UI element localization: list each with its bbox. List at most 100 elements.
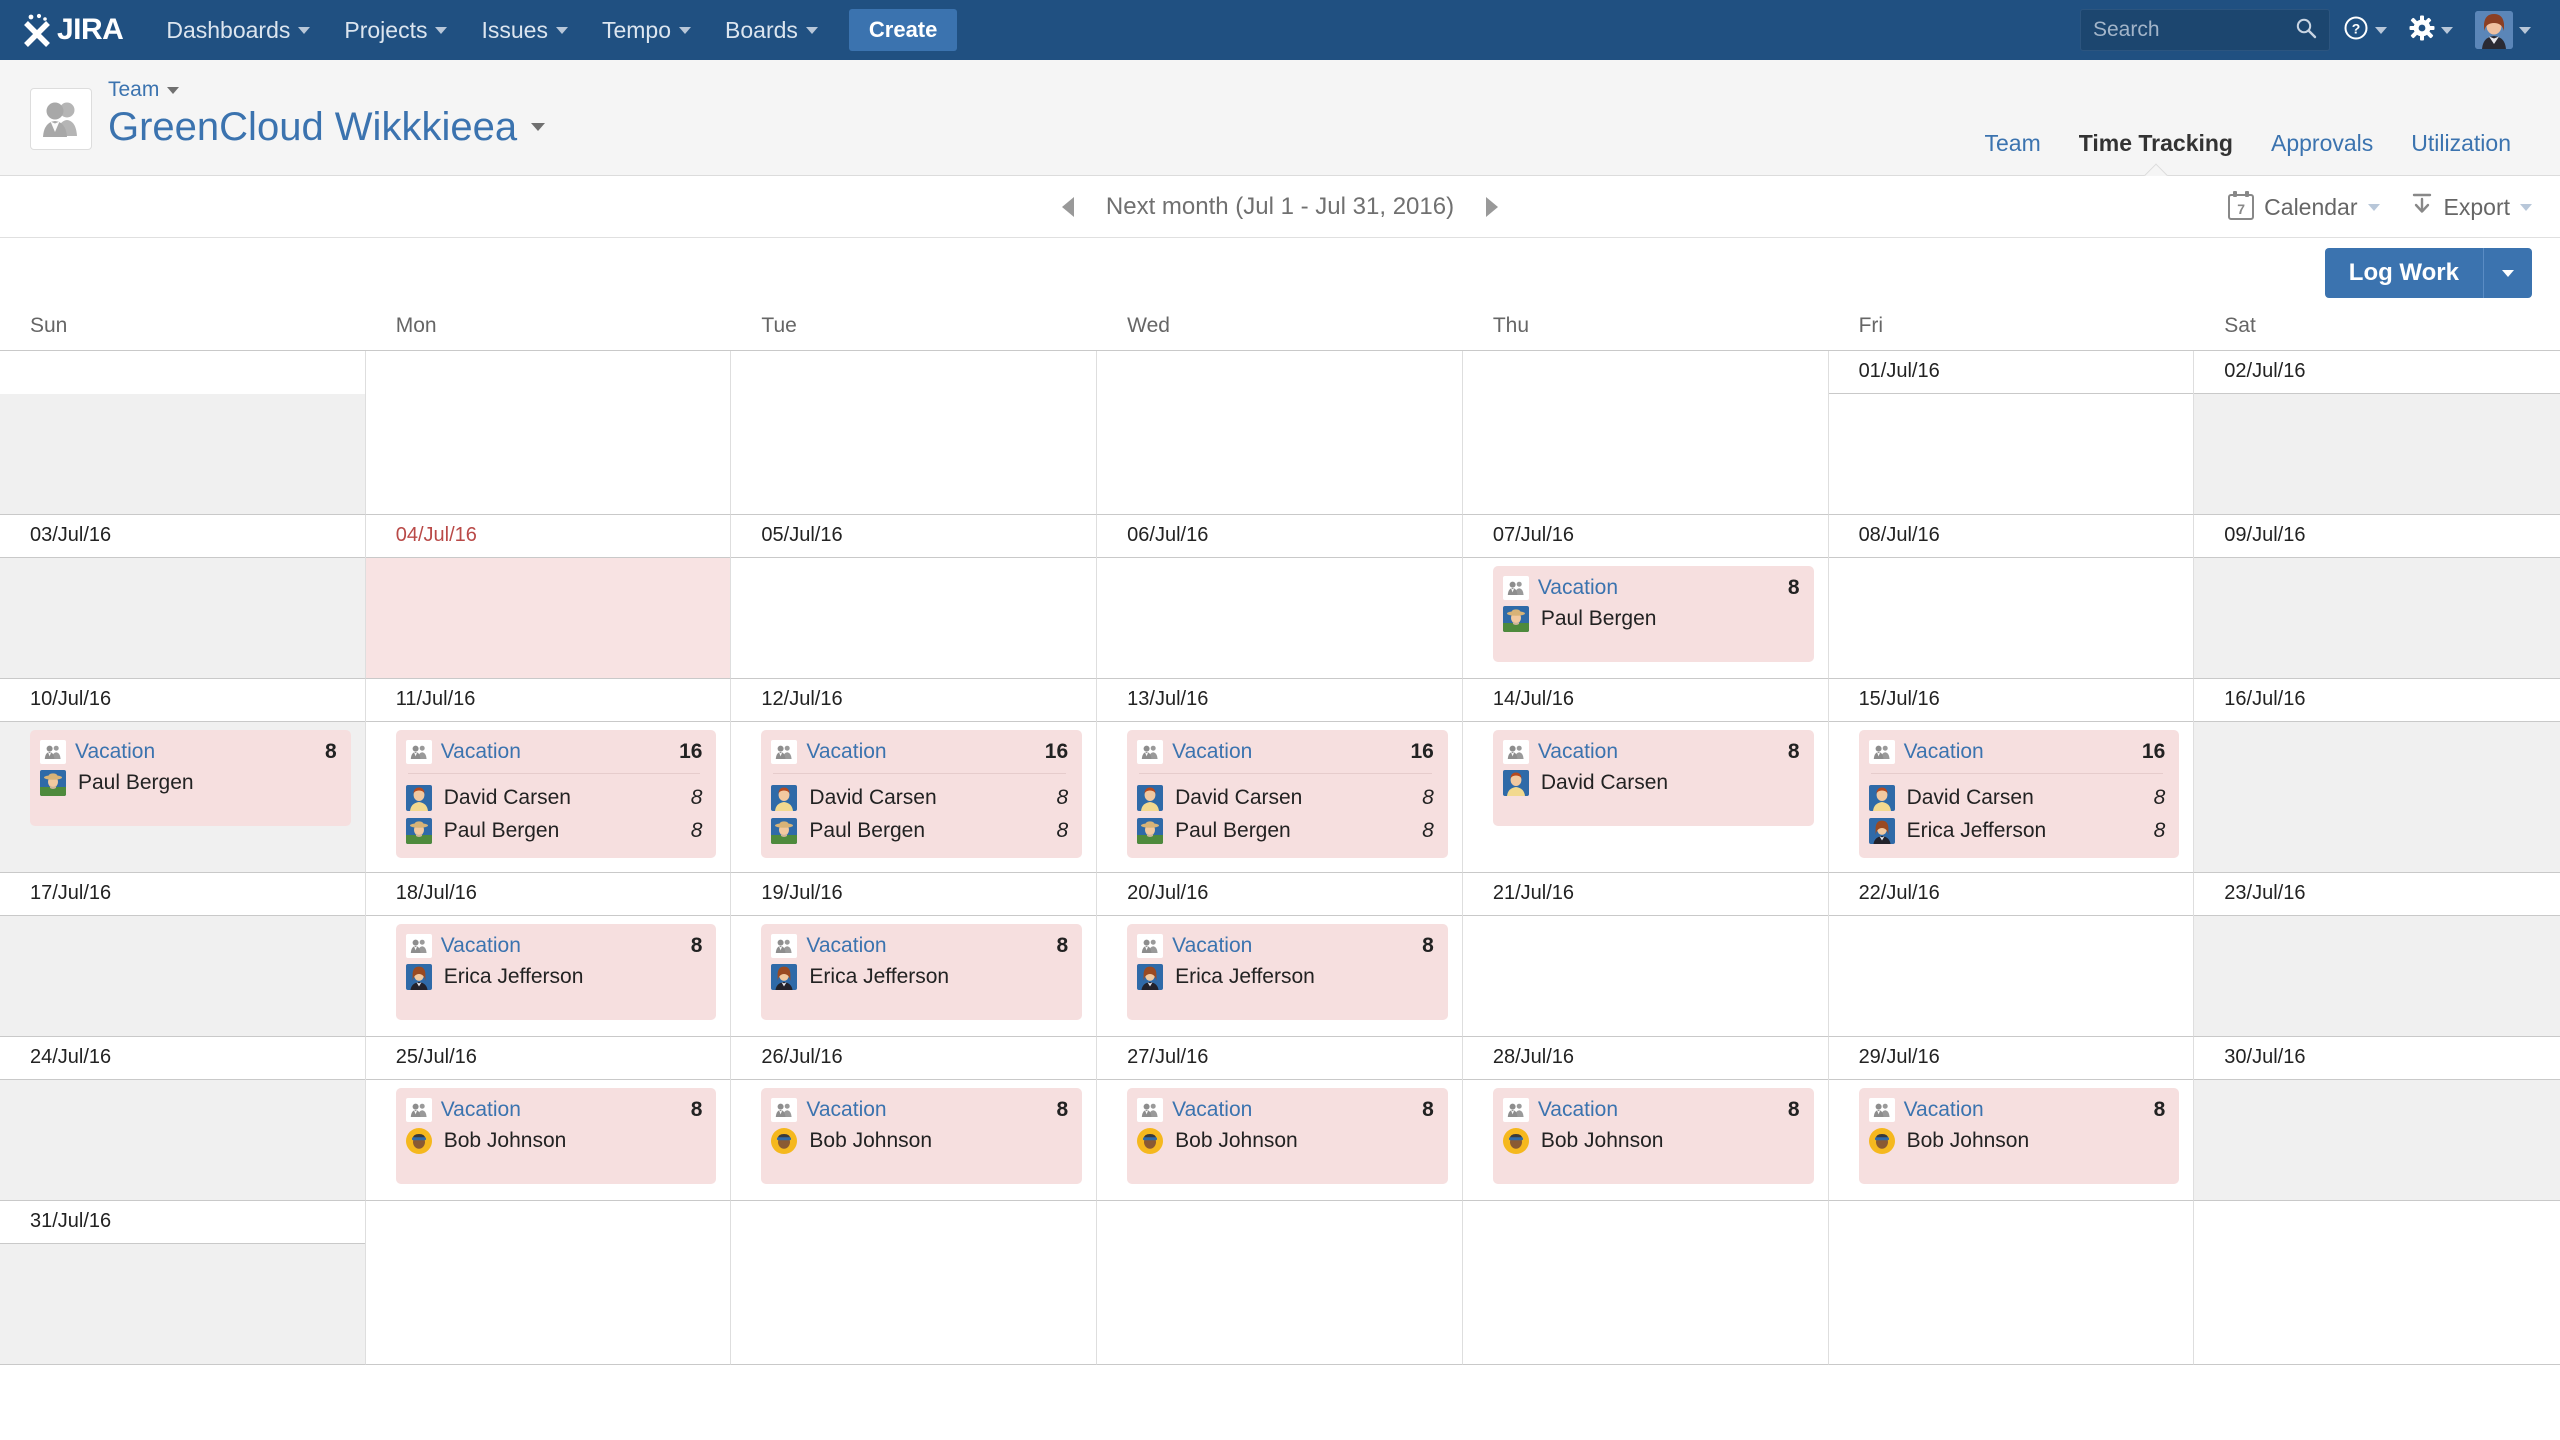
worklog-entry[interactable]: Vacation 8 Bob Johnson	[761, 1088, 1083, 1184]
search-input[interactable]	[2093, 18, 2295, 42]
calendar-cell[interactable]: 28/Jul/16 Vacation 8 Bob Johnson	[1462, 1037, 1829, 1201]
nav-item-issues[interactable]: Issues	[464, 0, 584, 60]
calendar-cell[interactable]: 01/Jul/16	[1828, 351, 2195, 515]
worklog-entry[interactable]: Vacation 8 Erica Jefferson	[1127, 924, 1448, 1020]
nav-item-dashboards[interactable]: Dashboards	[149, 0, 327, 60]
calendar-cell[interactable]: 07/Jul/16 Vacation 8 Paul Bergen	[1462, 515, 1829, 679]
nav-item-projects[interactable]: Projects	[327, 0, 464, 60]
calendar-cell[interactable]: 25/Jul/16 Vacation 8 Bob Johnson	[365, 1037, 732, 1201]
next-period-button[interactable]	[1480, 191, 1504, 223]
calendar-cell[interactable]: 05/Jul/16	[731, 515, 1098, 679]
worklog-entry[interactable]: Vacation 8 Paul Bergen	[30, 730, 351, 826]
calendar-cell[interactable]: 02/Jul/16	[2194, 351, 2560, 515]
calendar-cell[interactable]: 04/Jul/16	[365, 515, 732, 679]
worklog-person-row[interactable]: David Carsen 8	[1868, 778, 2165, 811]
calendar-cell[interactable]: 11/Jul/16 Vacation 16 David Carsen 8 Paul Ber…	[365, 679, 732, 873]
previous-period-button[interactable]	[1056, 191, 1080, 223]
breadcrumb[interactable]: Team	[108, 78, 545, 102]
calendar-cell[interactable]: 14/Jul/16 Vacation 8 David Carsen	[1462, 679, 1829, 873]
worklog-person-row[interactable]: David Carsen	[1502, 764, 1800, 796]
nav-item-tempo[interactable]: Tempo	[585, 0, 708, 60]
tab-approvals[interactable]: Approvals	[2252, 120, 2392, 175]
worklog-person-row[interactable]: Bob Johnson	[1137, 1122, 1434, 1154]
export-button[interactable]: Export	[2410, 192, 2532, 222]
calendar-cell[interactable]: 20/Jul/16 Vacation 8 Erica Jefferson	[1097, 873, 1463, 1037]
worklog-type-link[interactable]: Vacation	[1538, 1098, 1779, 1122]
worklog-type-link[interactable]: Vacation	[1904, 1098, 2145, 1122]
nav-item-boards[interactable]: Boards	[708, 0, 835, 60]
worklog-entry[interactable]: Vacation 8 Erica Jefferson	[395, 924, 717, 1020]
worklog-type-link[interactable]: Vacation	[1172, 1098, 1413, 1122]
worklog-person-row[interactable]: David Carsen 8	[1137, 778, 1434, 811]
worklog-entry[interactable]: Vacation 8 Paul Bergen	[1492, 566, 1814, 662]
user-profile-button[interactable]	[2466, 0, 2540, 60]
calendar-cell[interactable]: 16/Jul/16	[2194, 679, 2560, 873]
calendar-cell[interactable]: 24/Jul/16	[0, 1037, 366, 1201]
worklog-person-row[interactable]: Erica Jefferson	[405, 958, 703, 990]
search-icon[interactable]	[2295, 17, 2317, 44]
page-title[interactable]: GreenCloud Wikkkieea	[108, 104, 546, 150]
worklog-type-link[interactable]: Vacation	[806, 934, 1047, 958]
worklog-person-row[interactable]: Erica Jefferson 8	[1868, 811, 2165, 844]
tab-utilization[interactable]: Utilization	[2392, 120, 2530, 175]
worklog-type-link[interactable]: Vacation	[1904, 740, 2133, 764]
worklog-person-row[interactable]: Erica Jefferson	[1137, 958, 1434, 990]
worklog-type-link[interactable]: Vacation	[441, 1098, 682, 1122]
tab-team[interactable]: Team	[1965, 120, 2059, 175]
worklog-type-link[interactable]: Vacation	[1172, 934, 1413, 958]
worklog-person-row[interactable]: Bob Johnson	[771, 1122, 1068, 1154]
calendar-cell[interactable]: 10/Jul/16 Vacation 8 Paul Bergen	[0, 679, 366, 873]
calendar-cell[interactable]: 23/Jul/16	[2194, 873, 2560, 1037]
worklog-entry[interactable]: Vacation 16 David Carsen 8 Erica Jefferson 8	[1858, 730, 2180, 858]
worklog-type-link[interactable]: Vacation	[806, 1098, 1047, 1122]
worklog-type-link[interactable]: Vacation	[1172, 740, 1401, 764]
calendar-cell[interactable]: 29/Jul/16 Vacation 8 Bob Johnson	[1828, 1037, 2195, 1201]
worklog-entry[interactable]: Vacation 8 Bob Johnson	[1492, 1088, 1814, 1184]
calendar-cell[interactable]: 13/Jul/16 Vacation 16 David Carsen 8 Paul Ber…	[1097, 679, 1463, 873]
calendar-view-button[interactable]: 7 Calendar	[2228, 191, 2380, 221]
worklog-entry[interactable]: Vacation 8 David Carsen	[1492, 730, 1814, 826]
calendar-cell[interactable]: 12/Jul/16 Vacation 16 David Carsen 8 Paul Ber…	[731, 679, 1098, 873]
calendar-cell[interactable]: 17/Jul/16	[0, 873, 366, 1037]
worklog-person-row[interactable]: David Carsen 8	[771, 778, 1068, 811]
worklog-person-row[interactable]: David Carsen 8	[405, 778, 702, 811]
worklog-person-row[interactable]: Paul Bergen	[40, 764, 337, 796]
create-button[interactable]: Create	[848, 9, 958, 51]
worklog-entry[interactable]: Vacation 16 David Carsen 8 Paul Bergen 8	[761, 730, 1083, 858]
calendar-cell[interactable]: 09/Jul/16	[2194, 515, 2560, 679]
worklog-type-link[interactable]: Vacation	[441, 740, 670, 764]
worklog-type-link[interactable]: Vacation	[1538, 576, 1779, 600]
worklog-entry[interactable]: Vacation 8 Erica Jefferson	[761, 924, 1083, 1020]
worklog-entry[interactable]: Vacation 16 David Carsen 8 Paul Bergen 8	[395, 730, 717, 858]
calendar-cell[interactable]: 03/Jul/16	[0, 515, 366, 679]
worklog-person-row[interactable]: Paul Bergen	[1502, 600, 1800, 632]
worklog-entry[interactable]: Vacation 8 Bob Johnson	[1127, 1088, 1448, 1184]
search-box[interactable]	[2080, 9, 2330, 51]
worklog-entry[interactable]: Vacation 8 Bob Johnson	[1858, 1088, 2180, 1184]
tab-time-tracking[interactable]: Time Tracking	[2060, 120, 2252, 175]
worklog-type-link[interactable]: Vacation	[441, 934, 682, 958]
settings-button[interactable]	[2400, 0, 2462, 60]
worklog-entry[interactable]: Vacation 8 Bob Johnson	[395, 1088, 717, 1184]
worklog-person-row[interactable]: Bob Johnson	[1868, 1122, 2166, 1154]
worklog-type-link[interactable]: Vacation	[806, 740, 1035, 764]
worklog-type-link[interactable]: Vacation	[75, 740, 316, 764]
calendar-cell[interactable]: 06/Jul/16	[1097, 515, 1463, 679]
calendar-cell[interactable]: 15/Jul/16 Vacation 16 David Carsen 8 Erica Je…	[1828, 679, 2195, 873]
worklog-person-row[interactable]: Erica Jefferson	[771, 958, 1068, 990]
worklog-type-link[interactable]: Vacation	[1538, 740, 1779, 764]
jira-logo[interactable]: JIRA	[22, 0, 124, 60]
help-button[interactable]: ?	[2334, 0, 2396, 60]
worklog-person-row[interactable]: Bob Johnson	[1502, 1122, 1800, 1154]
calendar-cell[interactable]: 31/Jul/16	[0, 1201, 366, 1365]
calendar-cell[interactable]: 22/Jul/16	[1828, 873, 2195, 1037]
worklog-entry[interactable]: Vacation 16 David Carsen 8 Paul Bergen 8	[1127, 730, 1448, 858]
calendar-cell[interactable]: 19/Jul/16 Vacation 8 Erica Jefferson	[731, 873, 1098, 1037]
calendar-cell[interactable]: 27/Jul/16 Vacation 8 Bob Johnson	[1097, 1037, 1463, 1201]
calendar-cell[interactable]: 21/Jul/16	[1462, 873, 1829, 1037]
worklog-person-row[interactable]: Paul Bergen 8	[405, 811, 702, 844]
log-work-button[interactable]: Log Work	[2324, 248, 2483, 299]
calendar-cell[interactable]: 30/Jul/16	[2194, 1037, 2560, 1201]
calendar-cell[interactable]: 18/Jul/16 Vacation 8 Erica Jefferson	[365, 873, 732, 1037]
worklog-person-row[interactable]: Bob Johnson	[405, 1122, 703, 1154]
